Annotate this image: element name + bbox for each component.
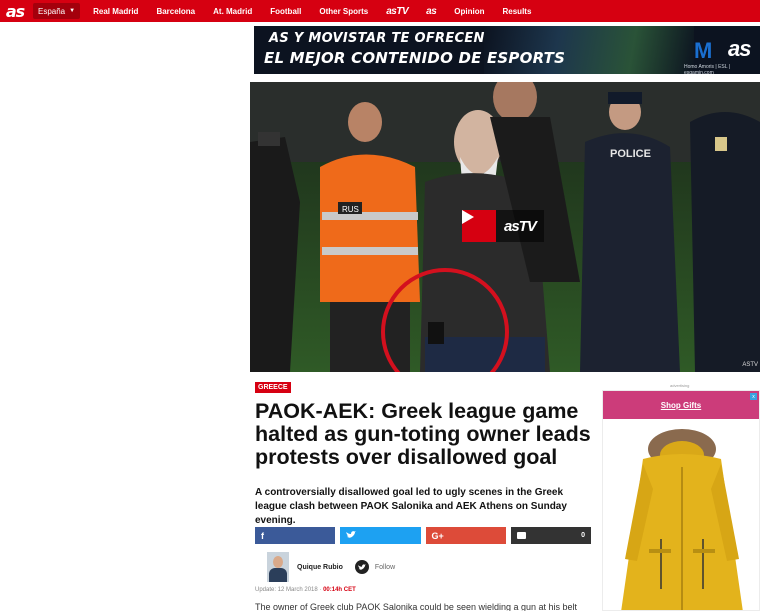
- google-plus-icon: G+: [431, 530, 444, 541]
- banner-as-logo: as: [728, 36, 752, 61]
- nav-item-at-madrid[interactable]: At. Madrid: [204, 7, 261, 16]
- share-bar: f G+ 0: [255, 527, 591, 544]
- movistar-logo-icon: M: [694, 38, 713, 63]
- follow-link[interactable]: Follow: [375, 564, 395, 571]
- article-headline: PAOK-AEK: Greek league game halted as gu…: [255, 399, 591, 469]
- as-logo[interactable]: as: [0, 0, 30, 22]
- nav-item-other-sports[interactable]: Other Sports: [310, 7, 377, 16]
- author-name[interactable]: Quique Rubio: [297, 564, 343, 571]
- ad-label: advertising: [670, 383, 690, 388]
- facebook-share-button[interactable]: f: [255, 527, 336, 544]
- section-tag[interactable]: GREECE: [255, 382, 291, 393]
- comments-button[interactable]: 0: [510, 527, 591, 544]
- update-timestamp: Update: 12 March 2018 · 00:14h CET: [255, 587, 356, 593]
- video-play-control[interactable]: asTV: [462, 210, 544, 242]
- ad-close-icon[interactable]: x: [750, 393, 757, 400]
- comment-count: 0: [581, 532, 585, 539]
- edition-label: España: [38, 6, 66, 16]
- nav-item-results[interactable]: Results: [494, 7, 541, 16]
- ad-header[interactable]: Shop Gifts: [603, 391, 759, 419]
- nav-item-real-madrid[interactable]: Real Madrid: [84, 7, 147, 16]
- facebook-icon: f: [261, 530, 264, 541]
- nav-item-opinion[interactable]: Opinion: [445, 7, 493, 16]
- banner-footer-text: Homo Amoris | ESL | esgamin.com: [684, 64, 731, 74]
- astv-logo: asTV: [496, 210, 544, 242]
- nav-item-astv[interactable]: asTV: [377, 6, 417, 17]
- author-byline: Quique Rubio Follow: [267, 552, 395, 582]
- main-nav: Real Madrid Barcelona At. Madrid Footbal…: [84, 0, 540, 22]
- banner-headline-line1: AS Y MOVISTAR TE OFRECEN: [269, 31, 485, 46]
- twitter-icon: [346, 530, 357, 541]
- police-label: POLICE: [610, 148, 651, 160]
- top-navigation-bar: as España ▼ Real Madrid Barcelona At. Ma…: [0, 0, 760, 22]
- side-display-ad[interactable]: Shop Gifts x: [602, 390, 760, 611]
- play-icon[interactable]: [462, 210, 496, 242]
- nav-item-football[interactable]: Football: [261, 7, 310, 16]
- chevron-down-icon: ▼: [69, 8, 76, 14]
- update-date: Update: 12 March 2018: [255, 587, 318, 593]
- comment-icon: [516, 532, 526, 539]
- author-avatar[interactable]: [267, 552, 289, 582]
- nav-item-as-color[interactable]: as: [417, 6, 445, 17]
- banner-headline-line2: EL MEJOR CONTENIDO DE ESPORTS: [264, 49, 566, 67]
- shop-gifts-link[interactable]: Shop Gifts: [661, 401, 701, 410]
- photo-credit: ASTV: [742, 362, 758, 368]
- twitter-follow-icon[interactable]: [354, 560, 369, 574]
- twitter-share-button[interactable]: [340, 527, 421, 544]
- nav-item-barcelona[interactable]: Barcelona: [147, 7, 204, 16]
- edition-selector[interactable]: España ▼: [33, 3, 81, 19]
- vest-label: RUS: [342, 205, 359, 214]
- update-time: 00:14h CET: [323, 587, 356, 593]
- hero-video[interactable]: RUS POLICE asTV ASTV: [250, 82, 760, 372]
- yellow-parka-image: [603, 419, 759, 610]
- esports-banner-ad[interactable]: AS Y MOVISTAR TE OFRECEN EL MEJOR CONTEN…: [254, 26, 760, 74]
- article-body-first-line: The owner of Greek club PAOK Salonika co…: [255, 602, 578, 611]
- google-plus-share-button[interactable]: G+: [425, 527, 506, 544]
- article-subheadline: A controversially disallowed goal led to…: [255, 487, 567, 526]
